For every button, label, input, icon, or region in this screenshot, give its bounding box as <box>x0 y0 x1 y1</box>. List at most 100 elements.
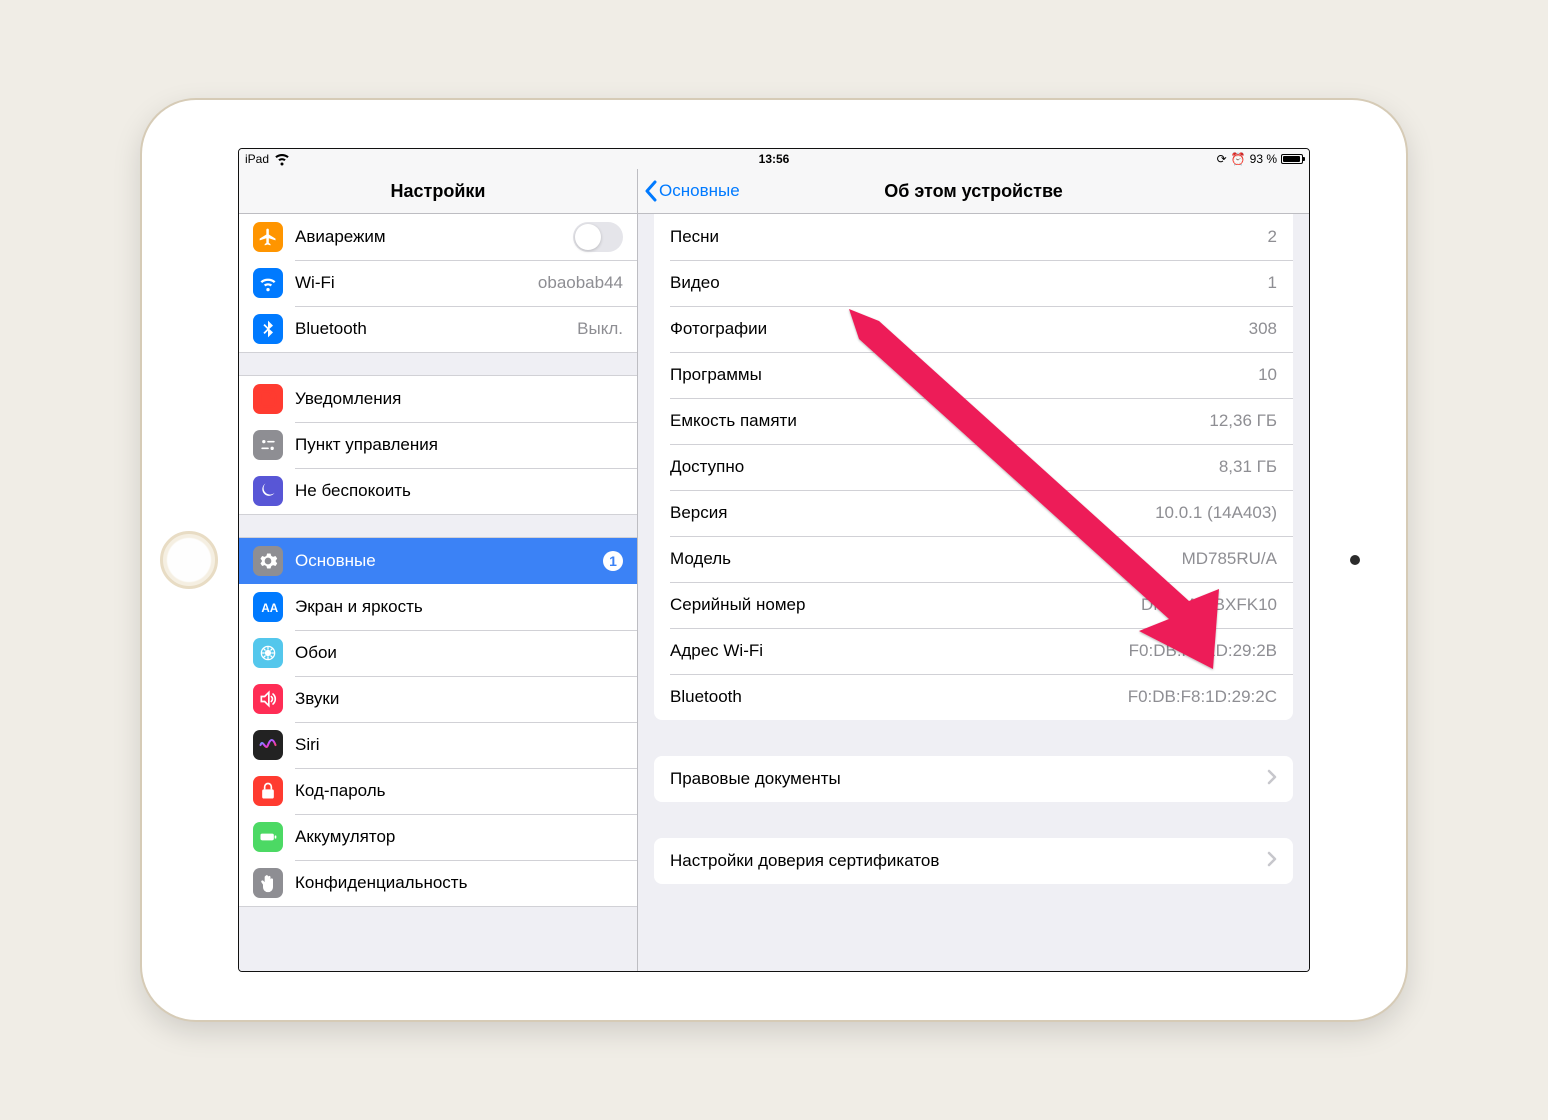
sidebar-item-dnd[interactable]: Не беспокоить <box>239 468 637 514</box>
front-camera <box>1350 555 1360 565</box>
lock-icon <box>253 776 283 806</box>
info-value: 10 <box>1258 365 1277 385</box>
info-row[interactable]: Адрес Wi-Fi F0:DB:F8:1D:29:2B <box>654 628 1293 674</box>
siri-icon <box>253 730 283 760</box>
info-key: Адрес Wi-Fi <box>670 641 763 661</box>
sidebar-item-label: Экран и яркость <box>295 597 623 617</box>
info-row[interactable]: Версия 10.0.1 (14A403) <box>654 490 1293 536</box>
info-key: Доступно <box>670 457 744 477</box>
info-row[interactable]: Доступно 8,31 ГБ <box>654 444 1293 490</box>
sidebar-item-label: Конфиденциальность <box>295 873 623 893</box>
sidebar-item-privacy[interactable]: Конфиденциальность <box>239 860 637 906</box>
sidebar-item-battery[interactable]: Аккумулятор <box>239 814 637 860</box>
info-value: 10.0.1 (14A403) <box>1155 503 1277 523</box>
sidebar-item-label: Звуки <box>295 689 623 709</box>
sidebar-item-passcode[interactable]: Код-пароль <box>239 768 637 814</box>
sidebar-item-label: Уведомления <box>295 389 623 409</box>
control-icon <box>253 430 283 460</box>
svg-text:AA: AA <box>261 602 278 615</box>
info-value: DMQM26BXFK10 <box>1141 595 1277 615</box>
wifi-icon <box>273 149 291 170</box>
badge: 1 <box>603 551 623 571</box>
gear-icon <box>253 546 283 576</box>
back-button[interactable]: Основные <box>644 180 740 202</box>
info-row[interactable]: Модель MD785RU/A <box>654 536 1293 582</box>
moon-icon <box>253 476 283 506</box>
sidebar-item-label: Авиарежим <box>295 227 573 247</box>
about-info-table: Песни 2 Видео 1 Фотографии 308 Программы 10 Емко… <box>654 214 1293 720</box>
info-key: Емкость памяти <box>670 411 797 431</box>
info-row[interactable]: Емкость памяти 12,36 ГБ <box>654 398 1293 444</box>
info-row[interactable]: Bluetooth F0:DB:F8:1D:29:2C <box>654 674 1293 720</box>
airplane-icon <box>253 222 283 252</box>
sidebar-item-siri[interactable]: Siri <box>239 722 637 768</box>
sidebar-item-value: Выкл. <box>577 319 623 339</box>
sidebar-item-value: obaobab44 <box>538 273 623 293</box>
legal-row[interactable]: Правовые документы <box>654 756 1293 802</box>
wallpaper-icon <box>253 638 283 668</box>
battery-icon <box>253 822 283 852</box>
settings-sidebar: Настройки АвиарежимWi-Fiobaobab44Bluetoo… <box>239 169 638 971</box>
info-value: MD785RU/A <box>1182 549 1277 569</box>
info-row[interactable]: Серийный номер DMQM26BXFK10 <box>654 582 1293 628</box>
sidebar-item-display[interactable]: AA Экран и яркость <box>239 584 637 630</box>
sidebar-item-sounds[interactable]: Звуки <box>239 676 637 722</box>
info-key: Версия <box>670 503 727 523</box>
link-label: Настройки доверия сертификатов <box>670 851 939 871</box>
home-button[interactable] <box>160 531 218 589</box>
info-key: Видео <box>670 273 720 293</box>
sidebar-item-control-center[interactable]: Пункт управления <box>239 422 637 468</box>
display-icon: AA <box>253 592 283 622</box>
info-key: Программы <box>670 365 762 385</box>
info-value: 12,36 ГБ <box>1209 411 1277 431</box>
back-label: Основные <box>659 181 740 201</box>
info-row[interactable]: Программы 10 <box>654 352 1293 398</box>
wifi-icon <box>253 268 283 298</box>
info-key: Модель <box>670 549 731 569</box>
hand-icon <box>253 868 283 898</box>
sidebar-item-label: Bluetooth <box>295 319 577 339</box>
sidebar-item-label: Аккумулятор <box>295 827 623 847</box>
info-key: Bluetooth <box>670 687 742 707</box>
sidebar-item-wifi[interactable]: Wi-Fiobaobab44 <box>239 260 637 306</box>
info-value: 308 <box>1249 319 1277 339</box>
sidebar-item-label: Обои <box>295 643 623 663</box>
info-value: F0:DB:F8:1D:29:2B <box>1129 641 1277 661</box>
orientation-lock-icon: ⟳ <box>1217 152 1227 166</box>
sidebar-item-label: Wi-Fi <box>295 273 538 293</box>
info-row[interactable]: Видео 1 <box>654 260 1293 306</box>
info-value: 8,31 ГБ <box>1219 457 1277 477</box>
sidebar-item-label: Пункт управления <box>295 435 623 455</box>
battery-icon <box>1281 154 1303 164</box>
info-value: 2 <box>1268 227 1277 247</box>
link-label: Правовые документы <box>670 769 841 789</box>
chevron-right-icon <box>1267 769 1277 790</box>
sidebar-item-notifications[interactable]: Уведомления <box>239 376 637 422</box>
chevron-right-icon <box>1267 851 1277 872</box>
alarm-icon: ⏰ <box>1231 152 1246 166</box>
sidebar-item-label: Основные <box>295 551 603 571</box>
sidebar-item-airplane[interactable]: Авиарежим <box>239 214 637 260</box>
sidebar-item-wallpaper[interactable]: Обои <box>239 630 637 676</box>
info-value: 1 <box>1268 273 1277 293</box>
sidebar-item-label: Не беспокоить <box>295 481 623 501</box>
airplane-toggle[interactable] <box>573 222 623 252</box>
info-value: F0:DB:F8:1D:29:2C <box>1128 687 1277 707</box>
clock: 13:56 <box>759 152 790 166</box>
sidebar-item-bluetooth[interactable]: BluetoothВыкл. <box>239 306 637 352</box>
detail-pane: Основные Об этом устройстве Песни 2 Видео 1… <box>638 169 1309 971</box>
sidebar-item-general[interactable]: Основные1 <box>239 538 637 584</box>
status-bar: iPad 13:56 ⟳ ⏰ 93 % <box>239 149 1309 169</box>
info-key: Фотографии <box>670 319 767 339</box>
sidebar-item-label: Код-пароль <box>295 781 623 801</box>
info-key: Серийный номер <box>670 595 805 615</box>
device-name: iPad <box>245 152 269 166</box>
speaker-icon <box>253 684 283 714</box>
cert-trust-row[interactable]: Настройки доверия сертификатов <box>654 838 1293 884</box>
battery-percent: 93 % <box>1250 152 1277 166</box>
info-key: Песни <box>670 227 719 247</box>
detail-title: Об этом устройстве <box>884 181 1063 202</box>
info-row[interactable]: Фотографии 308 <box>654 306 1293 352</box>
info-row[interactable]: Песни 2 <box>654 214 1293 260</box>
sidebar-item-label: Siri <box>295 735 623 755</box>
